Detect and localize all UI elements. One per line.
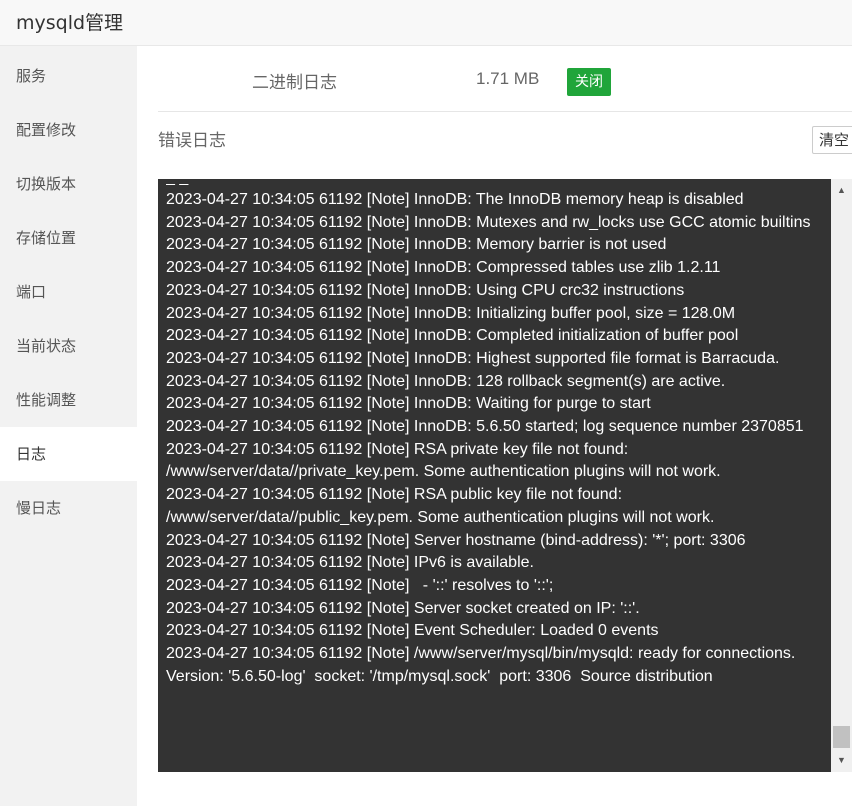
sidebar-item-switch-version[interactable]: 切换版本 [0, 157, 137, 211]
log-line: 2023-04-27 10:34:05 61192 [Note] InnoDB:… [166, 236, 667, 254]
log-line: 2023-04-27 10:34:05 61192 [Note] InnoDB:… [166, 281, 685, 299]
window-title: mysqld管理 [16, 12, 124, 34]
binlog-row: 二进制日志 1.71 MB 关闭 [158, 48, 852, 112]
sidebar-item-performance[interactable]: 性能调整 [0, 373, 137, 427]
log-line: 2023-04-27 10:34:05 61192 [Note] Event S… [166, 622, 659, 640]
sidebar: 服务 配置修改 切换版本 存储位置 端口 当前状态 性能调整 日志 慢日志 [0, 46, 137, 806]
log-line: 2023-04-27 10:34:05 61192 [Note] RSA pri… [166, 440, 721, 481]
log-line: 2023-04-27 10:34:05 61192 [Note] Server … [166, 599, 640, 617]
window-titlebar: mysqld管理 [0, 0, 852, 46]
binlog-size: 1.71 MB [476, 69, 540, 88]
log-line: 2023-04-27 10:34:05 61192 [Note] InnoDB:… [166, 372, 726, 390]
log-line: Version: '5.6.50-log' socket: '/tmp/mysq… [166, 667, 713, 685]
log-line: 2023-04-27 10:34:05 61192 [Note] InnoDB:… [166, 213, 811, 231]
log-line: 2023-04-27 10:34:05 61192 [Note] InnoDB:… [166, 349, 780, 367]
error-log-viewer[interactable]: _ _ 2023-04-27 10:34:05 61192 [Note] Inn… [158, 179, 852, 772]
sidebar-item-status[interactable]: 当前状态 [0, 319, 137, 373]
sidebar-item-storage[interactable]: 存储位置 [0, 211, 137, 265]
log-line: 2023-04-27 10:34:05 61192 [Note] InnoDB:… [166, 395, 651, 413]
log-text: _ _ 2023-04-27 10:34:05 61192 [Note] Inn… [166, 179, 830, 688]
sidebar-item-logs[interactable]: 日志 [0, 427, 137, 481]
binlog-status-button[interactable]: 关闭 [567, 68, 611, 96]
log-line: 2023-04-27 10:34:05 61192 [Note] InnoDB:… [166, 259, 721, 277]
log-line: 2023-04-27 10:34:05 61192 [Note] RSA pub… [166, 486, 715, 526]
scroll-up-arrow-icon[interactable]: ▲ [831, 182, 852, 199]
log-line: 2023-04-27 10:34:05 61192 [Note] - '::' … [166, 576, 554, 594]
log-line: 2023-04-27 10:34:05 61192 [Note] InnoDB:… [166, 304, 736, 322]
log-line: 2023-04-27 10:34:05 61192 [Note] IPv6 is… [166, 554, 534, 572]
binlog-label: 二进制日志 [252, 73, 337, 93]
clear-log-button[interactable]: 清空 [812, 126, 852, 154]
log-line: 2023-04-27 10:34:05 61192 [Note] /www/se… [166, 645, 796, 663]
sidebar-item-slow-log[interactable]: 慢日志 [0, 481, 137, 535]
log-line-partial: _ _ [166, 179, 830, 189]
log-line: 2023-04-27 10:34:05 61192 [Note] InnoDB:… [166, 327, 739, 345]
sidebar-item-config[interactable]: 配置修改 [0, 103, 137, 157]
sidebar-item-service[interactable]: 服务 [0, 49, 137, 103]
scrollbar-thumb[interactable] [833, 726, 850, 748]
log-line: 2023-04-27 10:34:05 61192 [Note] InnoDB:… [166, 191, 744, 208]
log-line: 2023-04-27 10:34:05 61192 [Note] InnoDB:… [166, 418, 804, 436]
log-scrollbar[interactable]: ▲ ▼ [831, 179, 852, 772]
sidebar-item-port[interactable]: 端口 [0, 265, 137, 319]
scroll-down-arrow-icon[interactable]: ▼ [831, 752, 852, 769]
error-log-title: 错误日志 [158, 131, 226, 151]
log-line: 2023-04-27 10:34:05 61192 [Note] Server … [166, 531, 746, 549]
